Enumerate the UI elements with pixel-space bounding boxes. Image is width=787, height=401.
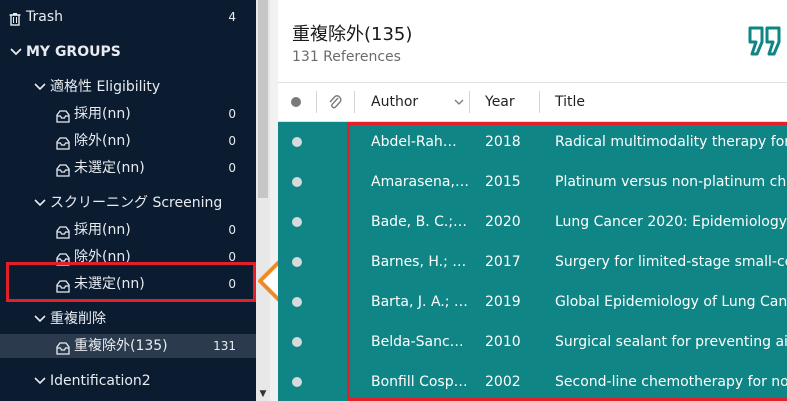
my-groups-header[interactable]: MY GROUPS bbox=[0, 40, 256, 64]
dot-icon bbox=[292, 257, 302, 267]
sidebar-item-label: 重複除外(135) bbox=[74, 338, 168, 354]
my-groups-label: MY GROUPS bbox=[26, 44, 121, 60]
item-count: 0 bbox=[228, 134, 236, 148]
item-count: 0 bbox=[228, 161, 236, 175]
sidebar-item-eligibility-exclude[interactable]: 除外(nn) 0 bbox=[0, 129, 256, 153]
group-icon bbox=[56, 161, 70, 177]
sidebar-item-eligibility-unselected[interactable]: 未選定(nn) 0 bbox=[0, 156, 256, 180]
column-author[interactable]: Author bbox=[371, 83, 418, 121]
column-separator bbox=[316, 91, 317, 113]
trash-icon bbox=[8, 10, 22, 26]
dot-icon bbox=[292, 217, 302, 227]
sidebar-item-label: 採用(nn) bbox=[74, 222, 131, 238]
group-set-dedup[interactable]: 重複削除 bbox=[0, 307, 256, 331]
chevron-down-icon[interactable] bbox=[33, 369, 47, 393]
reference-count: 131 References bbox=[292, 49, 401, 65]
group-set-screening[interactable]: スクリーニング Screening bbox=[0, 191, 256, 215]
quote-icon[interactable] bbox=[748, 26, 782, 56]
group-set-eligibility[interactable]: 適格性 Eligibility bbox=[0, 75, 256, 99]
sort-chevron-icon[interactable] bbox=[454, 83, 464, 121]
item-count: 0 bbox=[228, 107, 236, 121]
dot-icon bbox=[292, 177, 302, 187]
read-status-column-icon[interactable] bbox=[290, 83, 302, 121]
page-title: 重複除外(135) bbox=[292, 24, 413, 45]
dot-icon bbox=[292, 337, 302, 347]
group-set-label: Identification2 bbox=[50, 373, 151, 389]
dot-icon bbox=[292, 297, 302, 307]
group-set-label: スクリーニング Screening bbox=[50, 195, 223, 211]
item-count: 131 bbox=[213, 339, 236, 353]
list-header: 重複除外(135) 131 References bbox=[278, 0, 787, 82]
chevron-down-icon[interactable] bbox=[33, 307, 47, 331]
chevron-down-icon[interactable] bbox=[9, 40, 23, 64]
item-count: 4 bbox=[228, 10, 236, 24]
sidebar: Trash 4 MY GROUPS 適格性 Eligibility 採用(nn)… bbox=[0, 0, 256, 401]
group-icon bbox=[56, 223, 70, 239]
sidebar-scrollbar[interactable]: ▼ bbox=[256, 0, 270, 401]
sidebar-item-label: 未選定(nn) bbox=[74, 160, 145, 176]
column-header-row: Author Year Title bbox=[278, 82, 787, 122]
group-set-label: 重複削除 bbox=[50, 311, 106, 327]
group-set-identification2[interactable]: Identification2 bbox=[0, 369, 256, 393]
group-icon bbox=[56, 107, 70, 123]
group-icon bbox=[56, 339, 70, 355]
column-title[interactable]: Title bbox=[555, 83, 585, 121]
column-year[interactable]: Year bbox=[485, 83, 515, 121]
pane-divider[interactable] bbox=[270, 0, 278, 401]
column-separator bbox=[469, 91, 470, 113]
sidebar-item-label: 採用(nn) bbox=[74, 106, 131, 122]
sidebar-item-partial[interactable] bbox=[0, 394, 256, 401]
sidebar-item-label: Trash bbox=[26, 9, 63, 25]
sidebar-item-trash[interactable]: Trash 4 bbox=[0, 5, 256, 29]
column-separator bbox=[539, 91, 540, 113]
group-icon bbox=[56, 134, 70, 150]
sidebar-item-eligibility-include[interactable]: 採用(nn) 0 bbox=[0, 102, 256, 126]
item-count: 0 bbox=[228, 223, 236, 237]
dot-icon bbox=[292, 137, 302, 147]
scroll-down-icon[interactable]: ▼ bbox=[256, 387, 270, 401]
sidebar-item-screening-include[interactable]: 採用(nn) 0 bbox=[0, 218, 256, 242]
chevron-down-icon[interactable] bbox=[33, 75, 47, 99]
paperclip-icon[interactable] bbox=[328, 83, 342, 121]
annotation-highlight-box bbox=[6, 262, 256, 302]
group-set-label: 適格性 Eligibility bbox=[50, 79, 161, 95]
dot-icon bbox=[292, 377, 302, 387]
annotation-table-frame bbox=[347, 122, 787, 401]
column-separator bbox=[354, 91, 355, 113]
sidebar-item-label: 除外(nn) bbox=[74, 133, 131, 149]
chevron-down-icon[interactable] bbox=[33, 191, 47, 215]
sidebar-item-dedup-excluded[interactable]: 重複除外(135) 131 bbox=[0, 334, 256, 358]
scrollbar-thumb[interactable] bbox=[258, 0, 268, 198]
